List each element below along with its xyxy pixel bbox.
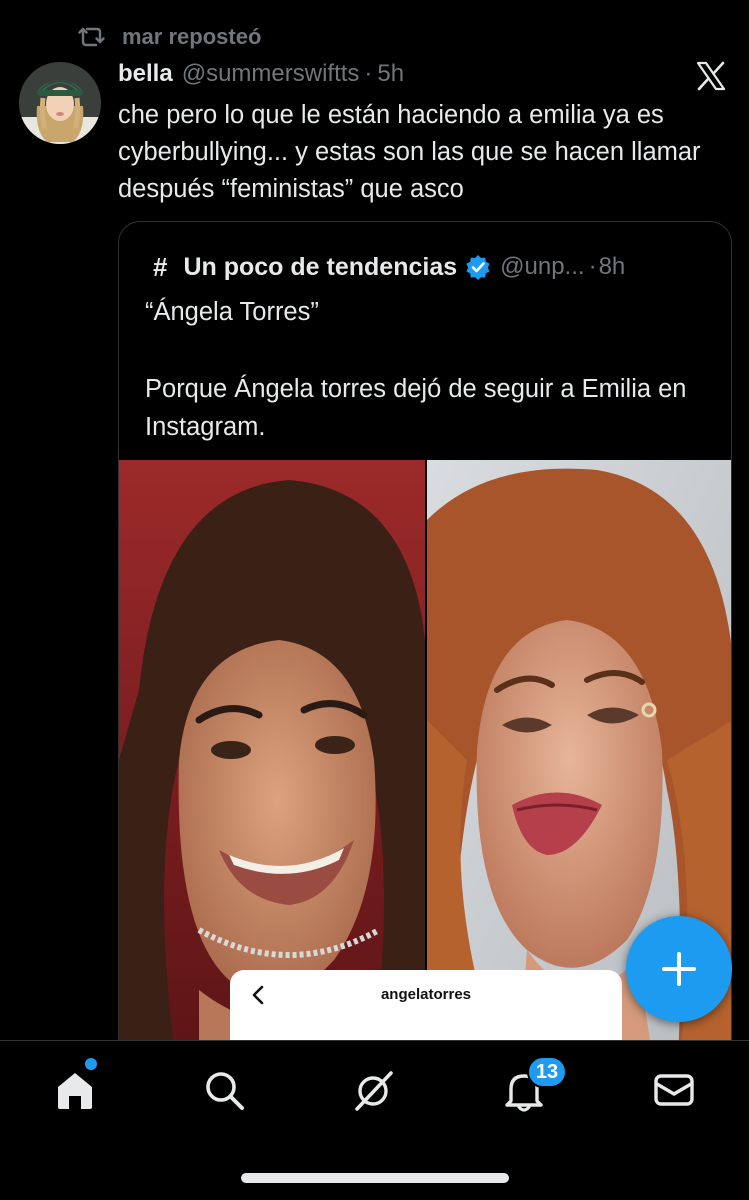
nav-grok[interactable] (351, 1067, 397, 1113)
x-logo-icon (696, 61, 726, 91)
nav-messages[interactable] (651, 1067, 697, 1113)
author-handle[interactable]: @summerswiftts (182, 60, 360, 88)
quote-header: # Un poco de tendencias @unp... · 8h (153, 250, 625, 284)
avatar[interactable] (19, 62, 101, 144)
quote-separator-dot: · (588, 253, 597, 280)
plus-icon (662, 952, 696, 986)
app-screen: mar reposteó bella @summerswiftts · 5h c… (0, 0, 749, 1200)
home-unread-dot (85, 1058, 97, 1070)
post-text: che pero lo que le están haciendo a emil… (118, 101, 701, 203)
repost-icon (78, 27, 105, 47)
post-header: bella @summerswiftts · 5h (118, 60, 404, 92)
hash-avatar-icon: # (153, 251, 168, 282)
quote-author-name[interactable]: Un poco de tendencias (183, 253, 457, 282)
grok-icon (355, 1071, 393, 1111)
notifications-badge: 13 (527, 1056, 567, 1088)
quote-author-handle[interactable]: @unp... (500, 253, 584, 281)
instagram-username: angelatorres (380, 986, 472, 1003)
separator-dot: · (364, 60, 373, 87)
home-icon (58, 1073, 92, 1109)
avatar-image (19, 62, 101, 144)
post-time[interactable]: 5h (377, 60, 404, 88)
quote-time[interactable]: 8h (599, 253, 626, 281)
nav-home[interactable] (52, 1067, 98, 1113)
compose-button[interactable] (626, 916, 732, 1022)
nav-search[interactable] (201, 1067, 247, 1113)
author-name[interactable]: bella (118, 60, 173, 88)
quote-body: Porque Ángela torres dejó de seguir a Em… (145, 375, 687, 441)
repost-text: mar reposteó (122, 24, 262, 49)
home-indicator[interactable] (241, 1173, 509, 1183)
search-icon (206, 1072, 244, 1110)
verified-badge-icon (466, 255, 490, 280)
repost-indicator[interactable]: mar reposteó (78, 22, 261, 52)
instagram-profile-overlay: angelatorres (230, 970, 622, 1050)
mail-icon (654, 1074, 694, 1106)
quote-title: “Ángela Torres” (145, 298, 319, 326)
